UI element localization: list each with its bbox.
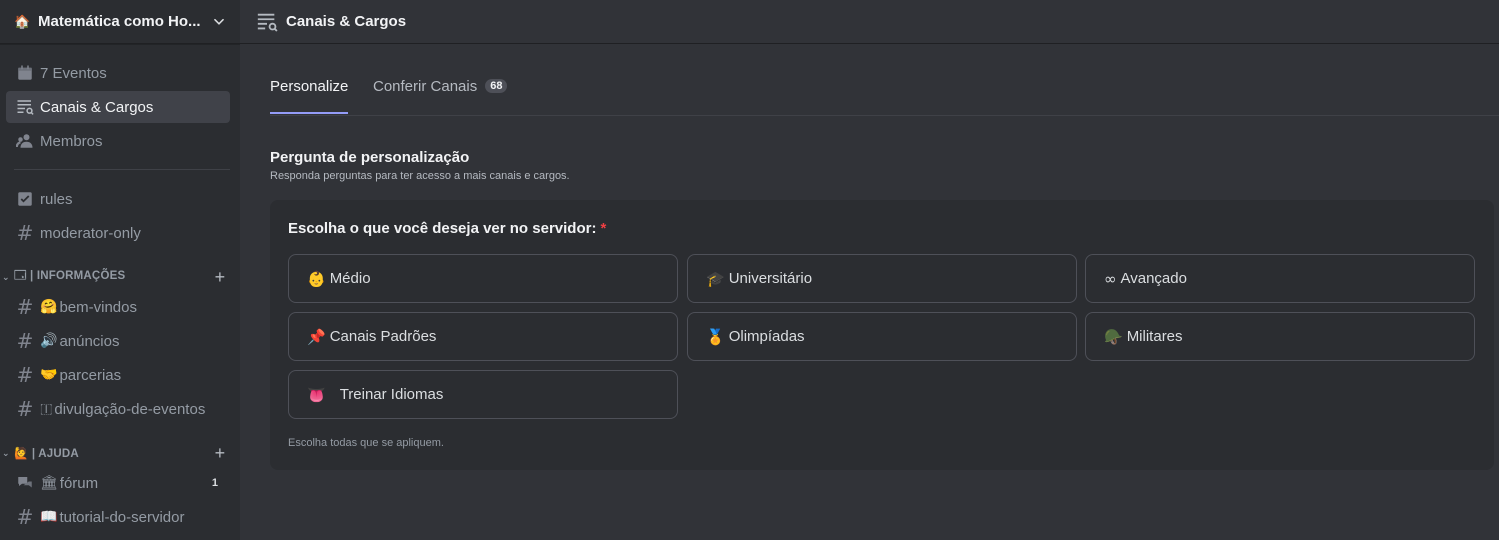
sidebar-item-divulgacao-de-eventos[interactable]: # 🇮 divulgação-de-eventos — [6, 393, 230, 425]
rules-icon — [16, 190, 34, 208]
sidebar-item-label: tutorial-do-servidor — [59, 508, 185, 526]
option-emoji: 👅 — [307, 385, 326, 404]
category-label: 🗔 | INFORMAÇÕES — [14, 269, 126, 282]
channel-count-badge: 68 — [485, 79, 508, 93]
option-label: Olimpíadas — [728, 328, 805, 345]
channel-emoji: 📖 — [40, 509, 58, 525]
sidebar-item-label: rules — [40, 190, 73, 208]
sidebar-item-parcerias[interactable]: # 🤝 parcerias — [6, 359, 230, 391]
option-canais-padroes[interactable]: 📌 Canais Padrões — [288, 312, 678, 361]
sidebar-item-channels-roles[interactable]: Canais & Cargos — [6, 91, 230, 123]
sidebar-item-rules[interactable]: rules — [6, 183, 230, 215]
hash-icon: # — [16, 363, 34, 387]
hash-lock-icon: # — [16, 221, 34, 245]
calendar-icon — [16, 64, 34, 82]
option-label: Médio — [329, 270, 371, 287]
option-label: Universitário — [728, 270, 813, 287]
tab-label: Personalize — [270, 78, 349, 95]
channels-roles-icon — [257, 13, 278, 32]
option-emoji: 📌 — [307, 327, 326, 346]
channel-sidebar: 🏠 Matemática como Ho... 7 Eventos Canais… — [0, 0, 240, 540]
channel-header: Canais & Cargos — [240, 0, 1499, 44]
sidebar-item-members[interactable]: Membros — [6, 125, 230, 157]
hash-icon: # — [16, 295, 34, 319]
server-icon: 🏠 — [14, 13, 31, 29]
hash-icon: # — [16, 329, 34, 353]
unread-count: 1 — [211, 477, 218, 489]
server-name: Matemática como Ho... — [38, 13, 201, 30]
members-icon — [16, 132, 34, 150]
channels-roles-icon — [16, 98, 34, 116]
sidebar-item-events[interactable]: 7 Eventos — [6, 57, 230, 89]
option-label: Avançado — [1120, 270, 1187, 287]
category-informacoes[interactable]: ⌄ 🗔 | INFORMAÇÕES + — [2, 267, 230, 288]
option-label: Treinar Idiomas — [339, 386, 444, 403]
sidebar-item-moderator-only[interactable]: # moderator-only — [6, 217, 230, 249]
category-label: 🙋 | AJUDA — [14, 448, 79, 460]
tab-personalize[interactable]: Personalize — [270, 70, 349, 114]
add-channel-icon[interactable]: + — [210, 443, 230, 464]
question-hint: Escolha todas que se apliquem. — [288, 437, 444, 449]
channel-emoji: 🇮 — [40, 401, 53, 417]
option-emoji: 👶 — [307, 269, 326, 288]
option-olimpiadas[interactable]: 🏅 Olimpíadas — [687, 312, 1077, 361]
tab-conferir-canais[interactable]: Conferir Canais 68 — [373, 70, 508, 114]
sidebar-item-label: 7 Eventos — [40, 64, 107, 82]
add-channel-icon[interactable]: + — [210, 267, 230, 288]
option-treinar-idiomas[interactable]: 👅 Treinar Idiomas — [288, 370, 678, 419]
channel-emoji: 🤝 — [40, 367, 58, 383]
question-card: Escolha o que você deseja ver no servido… — [270, 200, 1494, 470]
sidebar-item-label: bem-vindos — [59, 298, 137, 316]
channel-emoji: 🤗 — [40, 299, 58, 315]
sidebar-item-label: Canais & Cargos — [40, 98, 154, 116]
question-title: Escolha o que você deseja ver no servido… — [288, 220, 606, 237]
option-emoji: 🎓 — [706, 269, 725, 288]
sidebar-item-label: moderator-only — [40, 224, 141, 242]
category-ajuda[interactable]: ⌄ 🙋 | AJUDA + — [2, 443, 230, 464]
option-label: Canais Padrões — [329, 328, 437, 345]
page-title: Canais & Cargos — [286, 13, 407, 30]
sidebar-item-label: parcerias — [59, 366, 122, 384]
sidebar-item-bem-vindos[interactable]: # 🤗 bem-vindos — [6, 291, 230, 323]
option-emoji: 🏅 — [706, 327, 725, 346]
sidebar-item-anuncios[interactable]: # 🔊 anúncios — [6, 325, 230, 357]
option-avancado[interactable]: ∞ Avançado — [1085, 254, 1475, 303]
required-mark: * — [600, 220, 607, 237]
channel-emoji: 🔊 — [40, 333, 58, 349]
sidebar-item-label: divulgação-de-eventos — [54, 400, 206, 418]
server-header[interactable]: 🏠 Matemática como Ho... — [0, 0, 240, 44]
hash-icon: # — [16, 397, 34, 421]
section-title: Pergunta de personalização — [270, 149, 470, 166]
sidebar-item-forum[interactable]: 🏛 fórum 1 — [6, 467, 230, 499]
sidebar-item-label: anúncios — [59, 332, 120, 350]
sidebar-item-label: fórum — [59, 474, 99, 492]
option-label: Militares — [1126, 328, 1183, 345]
tab-bar: Personalize Conferir Canais 68 — [270, 70, 1499, 116]
tab-label: Conferir Canais — [373, 78, 478, 95]
sidebar-item-label: Membros — [40, 132, 103, 150]
chevron-down-icon: ⌄ — [2, 447, 10, 458]
option-emoji: 🪖 — [1104, 327, 1123, 346]
forum-icon — [16, 474, 34, 492]
chevron-down-icon: ⌄ — [2, 271, 10, 282]
sidebar-divider — [14, 169, 230, 170]
section-subtitle: Responda perguntas para ter acesso a mai… — [270, 170, 570, 182]
question-text: Escolha o que você deseja ver no servido… — [288, 220, 597, 237]
chevron-down-icon — [214, 18, 224, 25]
option-emoji: ∞ — [1104, 269, 1117, 288]
option-universitario[interactable]: 🎓 Universitário — [687, 254, 1077, 303]
option-medio[interactable]: 👶 Médio — [288, 254, 678, 303]
sidebar-item-tutorial-do-servidor[interactable]: # 📖 tutorial-do-servidor — [6, 501, 230, 533]
hash-icon: # — [16, 505, 34, 529]
channel-emoji: 🏛 — [40, 475, 58, 491]
option-militares[interactable]: 🪖 Militares — [1085, 312, 1475, 361]
